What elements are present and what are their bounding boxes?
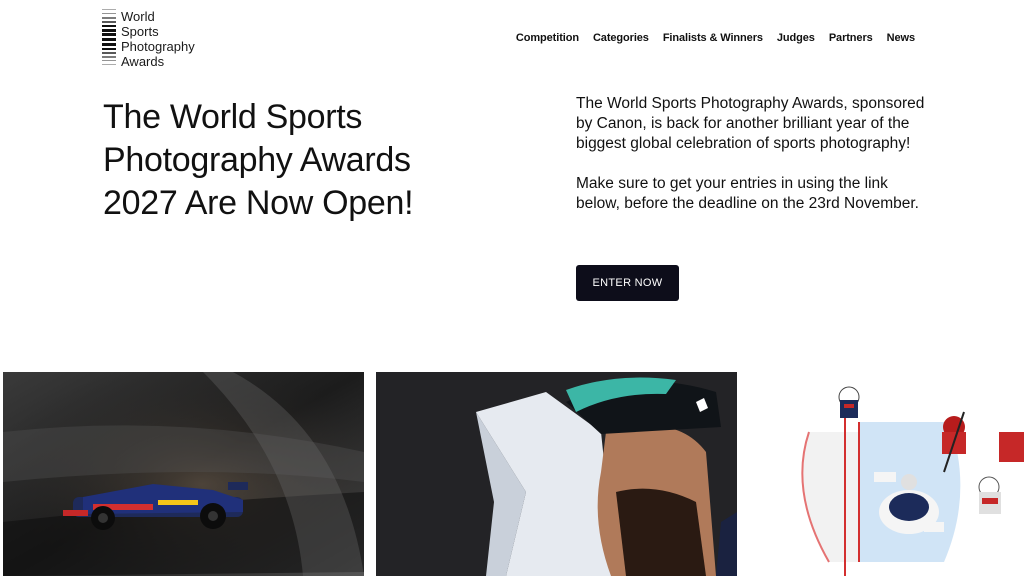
trophy-kiss-illustration: [376, 372, 737, 576]
nav-competition[interactable]: Competition: [516, 32, 579, 44]
nav-categories[interactable]: Categories: [593, 32, 649, 44]
logo-line: Sports: [121, 24, 159, 39]
nav-partners[interactable]: Partners: [829, 32, 873, 44]
site-logo[interactable]: World Sports Photography Awards: [102, 9, 212, 69]
intro-text: The World Sports Photography Awards, spo…: [576, 94, 926, 214]
logo-line: Photography: [121, 39, 195, 54]
f1-car-illustration: [3, 372, 364, 576]
headline-line: 2027 Are Now Open!: [103, 184, 414, 222]
intro-paragraph: Make sure to get your entries in using t…: [576, 175, 919, 212]
logo-line: World: [121, 9, 155, 24]
logo-line: Awards: [121, 54, 165, 69]
ice-hockey-illustration: [749, 372, 1024, 576]
main-nav: Competition Categories Finalists & Winne…: [516, 32, 915, 44]
nav-finalists-winners[interactable]: Finalists & Winners: [663, 32, 763, 44]
nav-judges[interactable]: Judges: [777, 32, 815, 44]
intro-paragraph: The World Sports Photography Awards, spo…: [576, 95, 925, 152]
page-title: The World Sports Photography Awards 2027…: [103, 96, 483, 225]
nav-news[interactable]: News: [887, 32, 915, 44]
logo-wordmark: World Sports Photography Awards: [121, 9, 195, 69]
headline-line: The World Sports: [103, 98, 363, 136]
player-kissing-trophy-photo[interactable]: [376, 372, 737, 576]
logo-barcode-icon: [102, 9, 116, 67]
enter-now-button[interactable]: ENTER NOW: [576, 265, 679, 301]
f1-car-photo[interactable]: [3, 372, 364, 576]
headline-line: Photography Awards: [103, 141, 411, 179]
ice-hockey-overhead-photo[interactable]: [749, 372, 1024, 576]
